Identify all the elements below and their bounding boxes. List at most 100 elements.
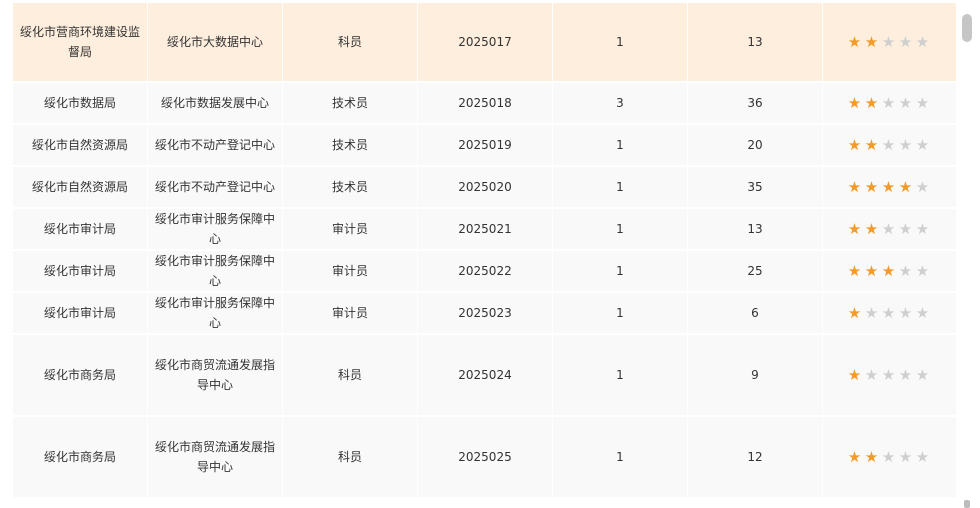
star-empty-icon: ★ [898, 447, 915, 466]
scrollbar-end-marker [964, 500, 970, 508]
table-row: 绥化市自然资源局 绥化市不动产登记中心 技术员 2025019 1 20 ★ ★ ★ ★ ★ [13, 125, 957, 167]
scrollbar-thumb[interactable] [962, 14, 972, 42]
position-cell: 科员 [283, 417, 418, 499]
star-filled-icon: ★ [864, 219, 881, 238]
table-row: 绥化市数据局 绥化市数据发展中心 技术员 2025018 3 36 ★ ★ ★ ★ ★ [13, 83, 957, 125]
position-code-cell: 2025022 [418, 251, 553, 293]
hiring-count-cell: 1 [553, 125, 688, 167]
applicant-count-cell: 20 [688, 125, 823, 167]
unit-cell: 绥化市不动产登记中心 [148, 167, 283, 209]
star-empty-icon: ★ [898, 32, 915, 51]
applicant-count-cell: 13 [688, 3, 823, 83]
position-code-cell: 2025019 [418, 125, 553, 167]
position-cell: 科员 [283, 335, 418, 417]
star-filled-icon: ★ [847, 261, 864, 280]
star-rating: ★ ★ ★ ★ ★ [847, 365, 932, 385]
star-filled-icon: ★ [864, 32, 881, 51]
star-filled-icon: ★ [847, 219, 864, 238]
positions-table: 绥化市营商环境建设监督局 绥化市大数据中心 科员 2025017 1 13 ★ ★ ★ ★ ★ 绥化市… [13, 3, 957, 499]
unit-cell: 绥化市审计服务保障中心 [148, 293, 283, 335]
star-rating: ★ ★ ★ ★ ★ [847, 303, 932, 323]
position-cell: 审计员 [283, 293, 418, 335]
department-cell: 绥化市商务局 [13, 417, 148, 499]
star-empty-icon: ★ [881, 365, 898, 384]
position-cell: 技术员 [283, 83, 418, 125]
rating-cell: ★ ★ ★ ★ ★ [823, 167, 957, 209]
star-empty-icon: ★ [881, 219, 898, 238]
table-row: 绥化市自然资源局 绥化市不动产登记中心 技术员 2025020 1 35 ★ ★ ★ ★ ★ [13, 167, 957, 209]
department-cell: 绥化市数据局 [13, 83, 148, 125]
position-code-cell: 2025024 [418, 335, 553, 417]
applicant-count-cell: 25 [688, 251, 823, 293]
table-row: 绥化市商务局 绥化市商贸流通发展指导中心 科员 2025024 1 9 ★ ★ ★ ★ ★ [13, 335, 957, 417]
star-empty-icon: ★ [881, 135, 898, 154]
table-row: 绥化市商务局 绥化市商贸流通发展指导中心 科员 2025025 1 12 ★ ★ ★ ★ ★ [13, 417, 957, 499]
star-rating: ★ ★ ★ ★ ★ [847, 261, 932, 281]
star-filled-icon: ★ [898, 177, 915, 196]
rating-cell: ★ ★ ★ ★ ★ [823, 417, 957, 499]
positions-table-container: 绥化市营商环境建设监督局 绥化市大数据中心 科员 2025017 1 13 ★ ★ ★ ★ ★ 绥化市… [13, 3, 957, 499]
star-empty-icon: ★ [915, 135, 932, 154]
position-code-cell: 2025023 [418, 293, 553, 335]
position-code-cell: 2025025 [418, 417, 553, 499]
department-cell: 绥化市自然资源局 [13, 125, 148, 167]
department-cell: 绥化市商务局 [13, 335, 148, 417]
position-cell: 科员 [283, 3, 418, 83]
star-empty-icon: ★ [881, 32, 898, 51]
position-cell: 技术员 [283, 125, 418, 167]
star-empty-icon: ★ [915, 32, 932, 51]
rating-cell: ★ ★ ★ ★ ★ [823, 83, 957, 125]
department-cell: 绥化市营商环境建设监督局 [13, 3, 148, 83]
rating-cell: ★ ★ ★ ★ ★ [823, 335, 957, 417]
unit-cell: 绥化市商贸流通发展指导中心 [148, 335, 283, 417]
applicant-count-cell: 12 [688, 417, 823, 499]
star-empty-icon: ★ [881, 447, 898, 466]
star-empty-icon: ★ [915, 365, 932, 384]
position-cell: 审计员 [283, 209, 418, 251]
unit-cell: 绥化市大数据中心 [148, 3, 283, 83]
star-empty-icon: ★ [915, 93, 932, 112]
position-code-cell: 2025020 [418, 167, 553, 209]
applicant-count-cell: 35 [688, 167, 823, 209]
star-rating: ★ ★ ★ ★ ★ [847, 93, 932, 113]
star-empty-icon: ★ [898, 93, 915, 112]
position-code-cell: 2025017 [418, 3, 553, 83]
star-filled-icon: ★ [864, 93, 881, 112]
star-empty-icon: ★ [915, 447, 932, 466]
star-rating: ★ ★ ★ ★ ★ [847, 219, 932, 239]
position-cell: 审计员 [283, 251, 418, 293]
star-filled-icon: ★ [864, 177, 881, 196]
star-empty-icon: ★ [898, 135, 915, 154]
table-row: 绥化市审计局 绥化市审计服务保障中心 审计员 2025023 1 6 ★ ★ ★ ★ ★ [13, 293, 957, 335]
hiring-count-cell: 1 [553, 417, 688, 499]
star-empty-icon: ★ [898, 365, 915, 384]
star-empty-icon: ★ [898, 219, 915, 238]
star-filled-icon: ★ [847, 177, 864, 196]
hiring-count-cell: 1 [553, 251, 688, 293]
department-cell: 绥化市审计局 [13, 293, 148, 335]
table-row: 绥化市营商环境建设监督局 绥化市大数据中心 科员 2025017 1 13 ★ ★ ★ ★ ★ [13, 3, 957, 83]
star-empty-icon: ★ [881, 93, 898, 112]
star-empty-icon: ★ [898, 303, 915, 322]
star-filled-icon: ★ [847, 365, 864, 384]
hiring-count-cell: 1 [553, 335, 688, 417]
department-cell: 绥化市自然资源局 [13, 167, 148, 209]
star-empty-icon: ★ [881, 303, 898, 322]
rating-cell: ★ ★ ★ ★ ★ [823, 3, 957, 83]
unit-cell: 绥化市商贸流通发展指导中心 [148, 417, 283, 499]
star-rating: ★ ★ ★ ★ ★ [847, 177, 932, 197]
star-empty-icon: ★ [915, 177, 932, 196]
rating-cell: ★ ★ ★ ★ ★ [823, 209, 957, 251]
vertical-scrollbar[interactable] [958, 0, 980, 508]
star-filled-icon: ★ [847, 447, 864, 466]
applicant-count-cell: 13 [688, 209, 823, 251]
position-cell: 技术员 [283, 167, 418, 209]
department-cell: 绥化市审计局 [13, 251, 148, 293]
star-filled-icon: ★ [847, 135, 864, 154]
applicant-count-cell: 6 [688, 293, 823, 335]
applicant-count-cell: 36 [688, 83, 823, 125]
hiring-count-cell: 1 [553, 209, 688, 251]
table-row: 绥化市审计局 绥化市审计服务保障中心 审计员 2025022 1 25 ★ ★ ★ ★ ★ [13, 251, 957, 293]
star-empty-icon: ★ [864, 365, 881, 384]
hiring-count-cell: 1 [553, 3, 688, 83]
